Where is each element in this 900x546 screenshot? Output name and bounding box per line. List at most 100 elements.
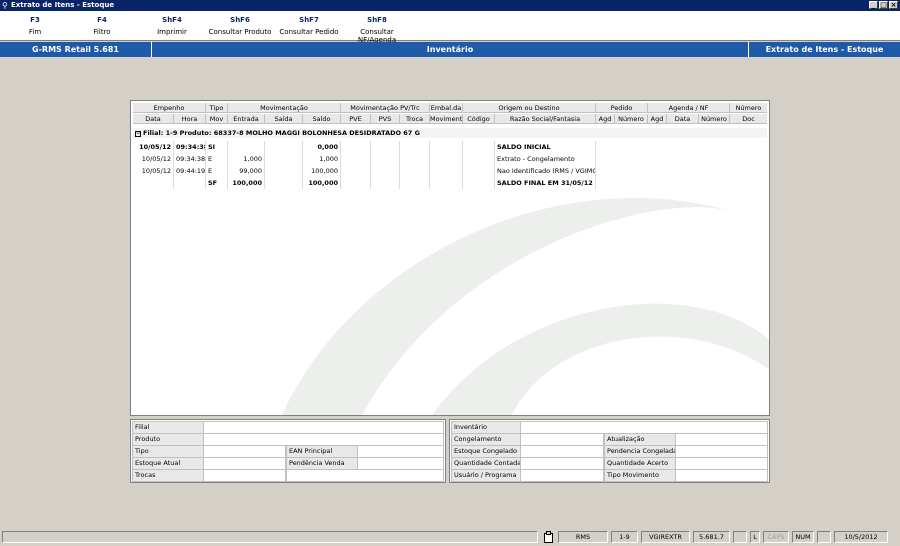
cell-data: 10/05/12 <box>133 165 174 177</box>
fkey-label: Consultar Pedido <box>279 28 339 36</box>
cell-saldo: 0,000 <box>303 141 341 153</box>
collapse-icon[interactable]: − <box>135 131 141 137</box>
cell-codigo <box>463 141 495 153</box>
col-codigo[interactable]: Código <box>463 114 495 123</box>
extrato-grid[interactable]: Empenho Tipo Movimentação Movimentação P… <box>130 100 770 416</box>
col-pve[interactable]: PVE <box>341 114 371 123</box>
col-saida[interactable]: Saída <box>265 114 303 123</box>
table-row[interactable]: SF 100,000 100,000 SALDO FINAL EM 31/05/… <box>133 177 767 189</box>
cell-entrada <box>228 141 265 153</box>
col-razao-social[interactable]: Razão Social/Fantasia <box>495 114 596 123</box>
inventory-info-panel: Inventário Congelamento Atualização Esto… <box>449 419 770 483</box>
cell-pvs <box>371 165 400 177</box>
cell-razao: Extrato - Congelamento <box>495 153 596 165</box>
header-agenda-nf: Agenda / NF <box>648 103 730 112</box>
cell-saldo: 100,000 <box>303 177 341 189</box>
col-troca[interactable]: Troca <box>400 114 430 123</box>
cell-troca <box>400 153 430 165</box>
cell-saldo: 100,000 <box>303 165 341 177</box>
status-date: 10/5/2012 <box>834 531 888 543</box>
col-saldo[interactable]: Saldo <box>303 114 341 123</box>
col-agenda-data[interactable]: Data <box>667 114 699 123</box>
fkey-label: Imprimir <box>157 28 187 36</box>
fkey-consultar-nf-agenda[interactable]: ShF8 Consultar NF/Agenda <box>342 16 412 44</box>
cell-troca <box>400 177 430 189</box>
cell-pvs <box>371 177 400 189</box>
col-hora[interactable]: Hora <box>174 114 206 123</box>
status-bar: RMS 1-9 VGIREXTR 5.681.7 L CAPS NUM 10/5… <box>0 528 900 546</box>
cell-hora: 09:34:38 <box>176 153 206 165</box>
status-version: 5.681.7 <box>693 531 730 543</box>
usuario-programa-field[interactable] <box>520 469 604 482</box>
table-row[interactable]: 10/05/12 09:34:38 E 1,000 1,000 Extrato … <box>133 153 767 165</box>
fkey-imprimir[interactable]: ShF4 Imprimir <box>137 16 207 36</box>
fkey-consultar-produto[interactable]: ShF6 Consultar Produto <box>205 16 275 36</box>
cell-data: 10/05/12 <box>133 153 174 165</box>
fkey-label: Consultar Produto <box>208 28 272 36</box>
fkey-code: ShF7 <box>299 16 319 24</box>
col-pvs[interactable]: PVS <box>371 114 400 123</box>
fkey-filtro[interactable]: F4 Filtro <box>67 16 137 36</box>
cell-hora: 09:34:38 <box>176 141 206 153</box>
trocas-extra-field <box>286 469 444 482</box>
header-embalada: Embal.da <box>430 103 463 112</box>
table-row[interactable]: 10/05/12 09:44:19 E 99,000 100,000 Nao I… <box>133 165 767 177</box>
window-title: Extrato de Itens - Estoque <box>11 1 115 9</box>
cell-razao: SALDO INICIAL <box>495 141 596 153</box>
col-moviment[interactable]: Moviment <box>430 114 463 123</box>
version-label: G-RMS Retail 5.681 <box>0 42 152 57</box>
cell-pve <box>341 165 371 177</box>
status-message <box>2 531 538 543</box>
close-button[interactable]: × <box>889 1 898 9</box>
table-row[interactable]: 10/05/12 09:34:38 SI 0,000 SALDO INICIAL <box>133 141 767 153</box>
cell-saida <box>265 165 303 177</box>
header-movimentacao-pv: Movimentação PV/Trc <box>341 103 430 112</box>
fkey-code: ShF6 <box>230 16 250 24</box>
col-pedido-numero[interactable]: Número <box>615 114 648 123</box>
col-pedido-agd[interactable]: Agd <box>596 114 615 123</box>
maximize-button[interactable]: □ <box>879 1 888 9</box>
trocas-field[interactable] <box>203 469 286 482</box>
status-l: L <box>750 531 760 543</box>
fkey-consultar-pedido[interactable]: ShF7 Consultar Pedido <box>274 16 344 36</box>
header-empenho: Empenho <box>133 103 206 112</box>
col-mov[interactable]: Mov <box>206 114 228 123</box>
status-empty <box>733 531 747 543</box>
group-row[interactable]: − Filial: 1-9 Produto: 68337-8 MOLHO MAGG… <box>133 128 767 138</box>
minimize-button[interactable]: _ <box>869 1 878 9</box>
col-agenda-numero[interactable]: Número <box>699 114 730 123</box>
tipo-movimento-field[interactable] <box>675 469 768 482</box>
cell-moviment <box>430 177 463 189</box>
col-doc[interactable]: Doc <box>730 114 767 123</box>
cell-codigo <box>463 153 495 165</box>
status-filial: 1-9 <box>611 531 638 543</box>
product-info-panel: Filial Produto Tipo EAN Principal Estoqu… <box>130 419 446 483</box>
header-movimentacao: Movimentação <box>228 103 341 112</box>
cell-razao: Nao Identificado (RMS / VGIMCN <box>497 165 596 177</box>
cell-moviment <box>430 153 463 165</box>
col-agenda-agd[interactable]: Agd <box>648 114 667 123</box>
cell-moviment <box>430 141 463 153</box>
function-key-toolbar: F3 Fim F4 Filtro ShF4 Imprimir ShF6 Consulta… <box>0 11 900 44</box>
fkey-fim[interactable]: F3 Fim <box>0 16 70 36</box>
module-label: Inventário <box>152 42 749 57</box>
cell-mov: SI <box>206 141 228 153</box>
cell-data: 10/05/12 <box>133 141 174 153</box>
status-app: RMS <box>558 531 608 543</box>
cell-saida <box>265 153 303 165</box>
col-data[interactable]: Data <box>133 114 174 123</box>
cell-saldo: 1,000 <box>303 153 341 165</box>
col-entrada[interactable]: Entrada <box>228 114 265 123</box>
cell-codigo <box>463 165 495 177</box>
cell-entrada: 100,000 <box>228 177 265 189</box>
status-program: VGIREXTR <box>641 531 690 543</box>
cell-hora <box>174 177 206 189</box>
app-icon: ⚲ <box>2 1 8 10</box>
cell-mov: E <box>206 165 228 177</box>
status-blank <box>817 531 831 543</box>
status-caps: CAPS <box>763 531 789 543</box>
cell-moviment <box>430 165 463 177</box>
cell-entrada: 99,000 <box>228 165 265 177</box>
fkey-code: F3 <box>30 16 40 24</box>
screen-label: Extrato de Itens - Estoque <box>765 45 884 54</box>
